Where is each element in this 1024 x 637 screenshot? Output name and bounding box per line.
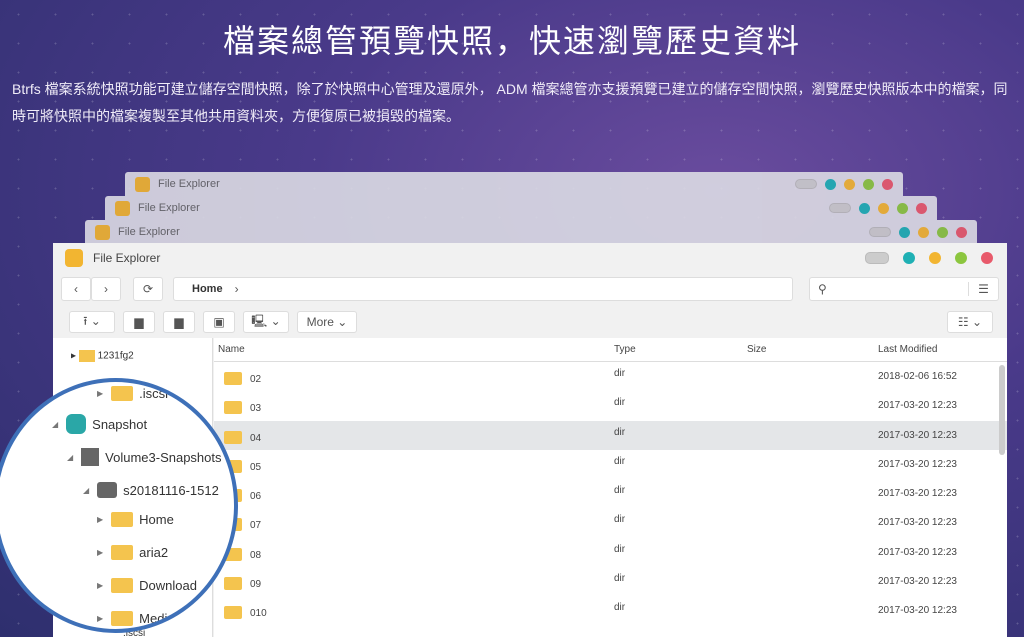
row-name: 06 <box>250 491 262 503</box>
folder-icon <box>224 430 242 444</box>
forward-button[interactable]: › <box>91 277 121 301</box>
app-icon <box>115 200 130 216</box>
folder-icon <box>224 401 242 415</box>
window-title: File Explorer <box>93 251 161 265</box>
more-label: More <box>306 315 334 329</box>
maximize-button[interactable] <box>955 252 967 264</box>
window-title: File Explorer <box>158 178 220 190</box>
tree-item-volume-snapshots[interactable]: ◢ Volume3-Snapshots <box>67 448 222 466</box>
row-type: dir <box>614 602 626 614</box>
tree-item-home[interactable]: ▶ Home <box>97 512 174 527</box>
new-folder-button[interactable]: ▆ <box>123 311 155 333</box>
table-row[interactable]: 09 dir 2017-03-20 12:23 <box>214 567 1007 596</box>
camera-icon <box>97 482 118 498</box>
search-input[interactable]: ⚲ ☰ <box>809 277 999 301</box>
table-row[interactable]: 05 dir 2017-03-20 12:23 <box>214 450 1007 479</box>
col-size[interactable]: Size <box>747 344 766 355</box>
row-name: 03 <box>250 403 262 415</box>
col-type[interactable]: Type <box>614 344 636 355</box>
row-type: dir <box>614 485 626 497</box>
move-folder-button[interactable]: ▆ <box>163 311 195 333</box>
stacked-window-3: File Explorer <box>125 172 903 196</box>
file-list: Name Type Size Last Modified 02 dir 2018-0… <box>214 338 1007 637</box>
network-drive-button[interactable]: 🖳 ⌄ <box>243 311 289 333</box>
row-type: dir <box>614 573 626 585</box>
server-icon <box>81 448 100 466</box>
row-type: dir <box>614 397 626 409</box>
row-modified: 2017-03-20 12:23 <box>878 488 957 500</box>
database-icon <box>66 414 87 434</box>
stacked-window-2: File Explorer <box>105 196 937 220</box>
table-row[interactable]: 06 dir 2017-03-20 12:23 <box>214 479 1007 508</box>
table-row[interactable]: 08 dir 2017-03-20 12:23 <box>214 538 1007 567</box>
upload-button[interactable]: ⭱ ⌄ <box>69 311 115 333</box>
tree-item-aria2[interactable]: ▶ aria2 <box>97 545 168 560</box>
tree-item-iscsi[interactable]: ▶ .iscsi <box>97 386 168 401</box>
breadcrumb-home[interactable]: Home <box>192 283 223 295</box>
breadcrumb[interactable]: Home › <box>173 277 793 301</box>
select-all-button[interactable]: ▣ <box>203 311 235 333</box>
table-row[interactable]: 03 dir 2017-03-20 12:23 <box>214 391 1007 420</box>
app-icon <box>135 176 150 192</box>
table-row[interactable]: 02 dir 2018-02-06 16:52 <box>214 362 1007 391</box>
minimize-pill[interactable] <box>865 252 889 264</box>
minimize-button[interactable] <box>929 252 941 264</box>
folder-icon <box>224 606 242 620</box>
folder-icon <box>224 577 242 591</box>
headline: 檔案總管預覽快照，快速瀏覽歷史資料 <box>222 23 801 59</box>
row-name: 09 <box>250 579 262 591</box>
refresh-button[interactable]: ⟳ <box>133 277 163 301</box>
row-name: 02 <box>250 374 262 385</box>
row-type: dir <box>614 514 626 526</box>
close-button[interactable] <box>981 252 993 264</box>
tree-item-download[interactable]: ▶ Download <box>97 578 197 593</box>
app-icon <box>65 249 83 267</box>
tree-item-media[interactable]: ▶ Media <box>97 611 175 626</box>
col-last-modified[interactable]: Last Modified <box>878 344 937 355</box>
row-modified: 2017-03-20 12:23 <box>878 429 957 441</box>
description: Btrfs 檔案系統快照功能可建立儲存空間快照，除了於快照中心管理及還原外， A… <box>12 81 1008 124</box>
table-row[interactable]: 04 dir 2017-03-20 12:23 <box>214 420 1007 450</box>
search-icon: ⚲ <box>818 282 827 296</box>
row-modified: 2017-03-20 12:23 <box>878 517 957 529</box>
row-modified: 2017-03-20 12:23 <box>878 458 957 470</box>
tree-item-1231fg2[interactable]: ▸ 1231fg2 <box>71 350 134 362</box>
app-icon <box>95 224 110 240</box>
row-type: dir <box>614 426 626 438</box>
row-modified: 2017-03-20 12:23 <box>878 400 957 412</box>
view-mode-button[interactable]: ☷ ⌄ <box>947 311 993 333</box>
row-name: 07 <box>250 520 262 532</box>
row-modified: 2017-03-20 12:23 <box>878 576 957 588</box>
row-modified: 2017-03-20 12:23 <box>878 546 957 558</box>
title-bar: File Explorer <box>53 243 1007 273</box>
table-row[interactable]: 07 dir 2017-03-20 12:23 <box>214 508 1007 537</box>
col-name[interactable]: Name <box>218 344 245 355</box>
stacked-window-1: File Explorer <box>85 220 977 244</box>
tree-item-snapshot-date[interactable]: ◢ s20181116-1512 <box>83 482 219 498</box>
column-headers: Name Type Size Last Modified <box>214 338 1007 362</box>
row-name: 08 <box>250 549 262 561</box>
window-title: File Explorer <box>138 202 200 214</box>
window-title: File Explorer <box>118 226 180 238</box>
row-type: dir <box>614 455 626 467</box>
filter-icon[interactable]: ☰ <box>968 282 998 296</box>
scrollbar[interactable] <box>999 365 1005 455</box>
row-name: 010 <box>250 608 267 620</box>
back-button[interactable]: ‹ <box>61 277 91 301</box>
row-name: 04 <box>250 432 262 444</box>
magnifier-callout: ▶ .iscsi ◢ Snapshot ◢ Volume3-Snapshots ◢ s2… <box>0 378 238 633</box>
row-modified: 2018-02-06 16:52 <box>878 371 957 382</box>
row-modified: 2017-03-20 12:23 <box>878 605 957 617</box>
table-row[interactable]: 010 dir 2017-03-20 12:23 <box>214 596 1007 625</box>
folder-icon <box>224 372 242 385</box>
more-button[interactable]: More ⌄ <box>297 311 357 333</box>
row-type: dir <box>614 368 626 379</box>
row-type: dir <box>614 543 626 555</box>
teal-button[interactable] <box>903 252 915 264</box>
tree-item-snapshot[interactable]: ◢ Snapshot <box>52 414 147 434</box>
row-name: 05 <box>250 461 262 473</box>
